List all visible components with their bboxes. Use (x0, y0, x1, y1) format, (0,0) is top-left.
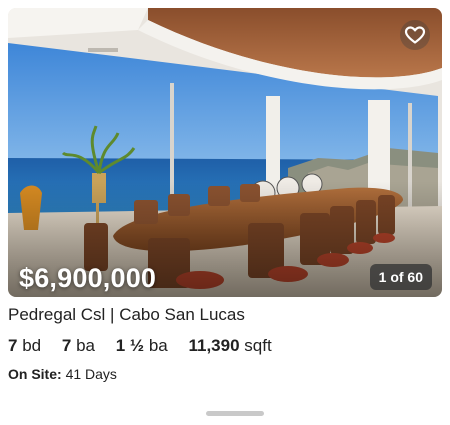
area-value: 11,390 (188, 336, 240, 355)
listing-facts: 7 bd 7 ba 1 ½ ba 11,390 sqft (8, 336, 288, 356)
on-site-value: 41 Days (65, 366, 117, 382)
beds-fact: 7 bd (8, 336, 41, 355)
on-site-label: On Site: (8, 366, 62, 382)
baths-fact: 7 ba (62, 336, 95, 355)
half-baths-value: 1 ½ (115, 336, 145, 355)
listing-price: $6,900,000 (19, 263, 157, 293)
area-unit: sqft (244, 336, 272, 355)
listing-card[interactable]: $6,900,000 1 of 60 Pedregal Csl | Cabo S… (0, 0, 450, 425)
heart-outline-icon[interactable] (400, 20, 430, 50)
area-fact: 11,390 sqft (188, 336, 271, 355)
half-baths-fact: 1 ½ ba (116, 336, 168, 355)
baths-value: 7 (61, 336, 72, 355)
on-site-info: On Site: 41 Days (8, 366, 117, 382)
photo-counter: 1 of 60 (369, 264, 432, 290)
beds-unit: bd (22, 336, 42, 355)
drag-handle[interactable] (206, 411, 264, 416)
baths-unit: ba (76, 336, 95, 355)
listing-address[interactable]: Pedregal Csl | Cabo San Lucas (8, 305, 245, 325)
half-baths-unit: ba (148, 336, 168, 355)
dining-room-ocean-view-image (8, 8, 442, 297)
listing-photo[interactable]: $6,900,000 1 of 60 (8, 8, 442, 297)
beds-value: 7 (8, 336, 18, 355)
